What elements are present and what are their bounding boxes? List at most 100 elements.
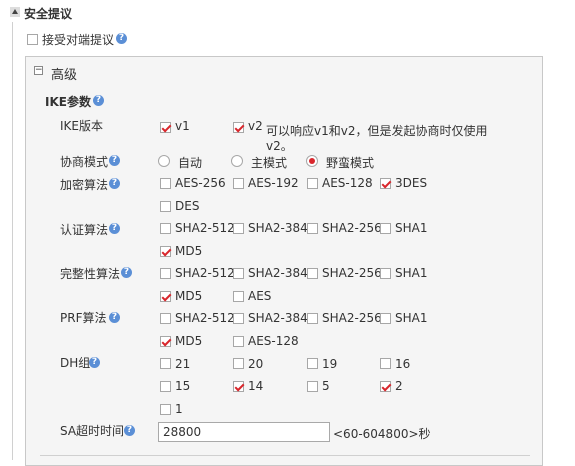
auth-label: 认证算法 [60, 223, 109, 237]
int-sha2-256-checkbox[interactable] [307, 268, 318, 279]
prf-sha2-384-label: SHA2-384 [248, 311, 308, 325]
int-md5-checkbox[interactable] [160, 291, 171, 302]
ike-v2-label: v2 [248, 119, 263, 133]
sa-timeout-hint: <60-604800>秒 [333, 427, 431, 441]
dh-1-checkbox[interactable] [160, 404, 171, 415]
dh-15-checkbox[interactable] [160, 381, 171, 392]
int-sha2-256-label: SHA2-256 [322, 266, 382, 280]
enc-aes256-label: AES-256 [175, 176, 226, 190]
ike-v1-checkbox[interactable] [160, 122, 171, 133]
ike-v1-label: v1 [175, 119, 190, 133]
mode-aggressive-radio[interactable] [306, 155, 318, 167]
sa-timeout-label: SA超时时间 [60, 424, 125, 438]
accept-peer-label: 接受对端提议 [42, 33, 115, 47]
auth-sha2-512-label: SHA2-512 [175, 221, 235, 235]
prf-sha2-256-label: SHA2-256 [322, 311, 382, 325]
int-sha2-512-label: SHA2-512 [175, 266, 235, 280]
int-sha1-label: SHA1 [395, 266, 428, 280]
sa-timeout-input[interactable] [158, 422, 330, 442]
integrity-label: 完整性算法 [60, 267, 121, 281]
ike-version-note-cont: v2。 [266, 139, 293, 153]
question-icon[interactable]: ? [109, 312, 120, 323]
int-sha2-384-label: SHA2-384 [248, 266, 308, 280]
dh-21-label: 21 [175, 357, 191, 371]
dh-19-checkbox[interactable] [307, 358, 318, 369]
dh-5-label: 5 [322, 379, 330, 393]
auth-sha2-384-checkbox[interactable] [233, 223, 244, 234]
section-title: 安全提议 [24, 7, 73, 21]
mode-auto-label: 自动 [178, 156, 203, 170]
enc-aes128-label: AES-128 [322, 176, 373, 190]
question-icon[interactable]: ? [93, 95, 104, 106]
dh-5-checkbox[interactable] [307, 381, 318, 392]
prf-sha1-label: SHA1 [395, 311, 428, 325]
prf-sha2-384-checkbox[interactable] [233, 313, 244, 324]
dh-1-label: 1 [175, 402, 183, 416]
prf-sha2-512-checkbox[interactable] [160, 313, 171, 324]
negotiation-mode-label: 协商模式 [60, 155, 109, 169]
auth-md5-label: MD5 [175, 244, 203, 258]
section-collapse-icon[interactable] [10, 7, 20, 17]
dh-20-label: 20 [248, 357, 264, 371]
question-icon[interactable]: ? [109, 223, 120, 234]
prf-md5-label: MD5 [175, 334, 203, 348]
auth-md5-checkbox[interactable] [160, 246, 171, 257]
dh-15-label: 15 [175, 379, 191, 393]
question-icon[interactable]: ? [121, 267, 132, 278]
auth-sha2-256-checkbox[interactable] [307, 223, 318, 234]
accept-peer-checkbox[interactable] [27, 34, 38, 45]
question-icon[interactable]: ? [89, 357, 100, 368]
auth-sha1-checkbox[interactable] [380, 223, 391, 234]
dh-16-checkbox[interactable] [380, 358, 391, 369]
int-sha1-checkbox[interactable] [380, 268, 391, 279]
section-left-border [12, 22, 13, 460]
dh-2-label: 2 [395, 379, 403, 393]
auth-sha2-384-label: SHA2-384 [248, 221, 308, 235]
prf-md5-checkbox[interactable] [160, 336, 171, 347]
dh-14-checkbox[interactable] [233, 381, 244, 392]
int-sha2-512-checkbox[interactable] [160, 268, 171, 279]
int-sha2-384-checkbox[interactable] [233, 268, 244, 279]
dh-16-label: 16 [395, 357, 411, 371]
mode-main-radio[interactable] [231, 155, 243, 167]
question-icon[interactable]: ? [116, 33, 127, 44]
auth-sha2-512-checkbox[interactable] [160, 223, 171, 234]
enc-aes256-checkbox[interactable] [160, 178, 171, 189]
enc-aes192-label: AES-192 [248, 176, 299, 190]
enc-des-checkbox[interactable] [160, 201, 171, 212]
enc-aes192-checkbox[interactable] [233, 178, 244, 189]
dh-20-checkbox[interactable] [233, 358, 244, 369]
prf-aes128-checkbox[interactable] [233, 336, 244, 347]
prf-label: PRF算法 [60, 311, 107, 325]
dh-group-label: DH组 [60, 356, 91, 370]
enc-aes128-checkbox[interactable] [307, 178, 318, 189]
question-icon[interactable]: ? [109, 155, 120, 166]
int-aes-label: AES [248, 289, 272, 303]
int-md5-label: MD5 [175, 289, 203, 303]
mode-aggressive-label: 野蛮模式 [326, 156, 375, 170]
mode-main-label: 主模式 [251, 156, 288, 170]
auth-sha1-label: SHA1 [395, 221, 428, 235]
encryption-label: 加密算法 [60, 178, 109, 192]
prf-sha1-checkbox[interactable] [380, 313, 391, 324]
mode-auto-radio[interactable] [158, 155, 170, 167]
enc-des-label: DES [175, 199, 200, 213]
prf-sha2-512-label: SHA2-512 [175, 311, 235, 325]
dh-2-checkbox[interactable] [380, 381, 391, 392]
prf-aes128-label: AES-128 [248, 334, 299, 348]
dh-19-label: 19 [322, 357, 338, 371]
ike-version-note: 可以响应v1和v2，但是发起协商时仅使用 [266, 124, 488, 138]
enc-3des-checkbox[interactable] [380, 178, 391, 189]
ike-v2-checkbox[interactable] [233, 122, 244, 133]
advanced-collapse-icon[interactable]: − [34, 66, 43, 75]
int-aes-checkbox[interactable] [233, 291, 244, 302]
panel-divider [40, 455, 530, 456]
question-icon[interactable]: ? [109, 178, 120, 189]
prf-sha2-256-checkbox[interactable] [307, 313, 318, 324]
dh-14-label: 14 [248, 379, 264, 393]
advanced-title: 高级 [51, 68, 78, 83]
question-icon[interactable]: ? [124, 425, 135, 436]
dh-21-checkbox[interactable] [160, 358, 171, 369]
ike-params-title: IKE参数 [45, 95, 91, 109]
ike-version-label: IKE版本 [60, 119, 103, 133]
